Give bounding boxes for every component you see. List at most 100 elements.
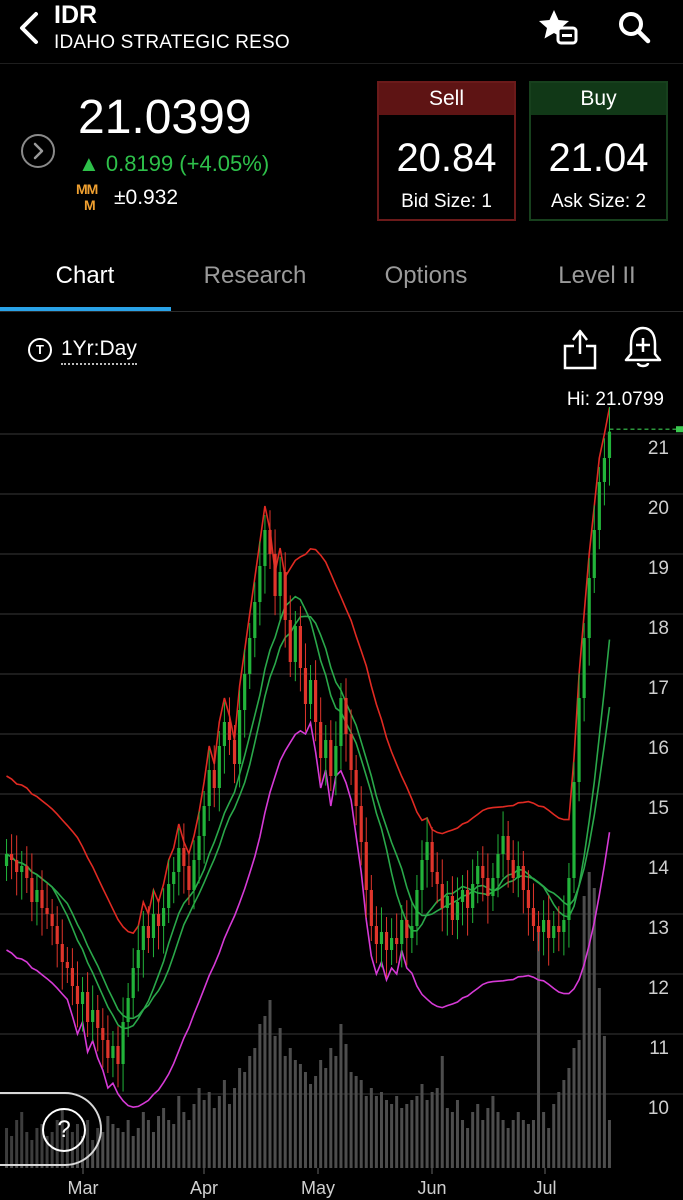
volume-bar — [602, 1036, 606, 1168]
candle-body — [45, 908, 49, 914]
back-button[interactable] — [14, 8, 44, 48]
volume-bar — [182, 1112, 186, 1168]
candle-body — [415, 890, 419, 926]
volume-bar — [461, 1120, 465, 1168]
volume-bar — [582, 896, 586, 1168]
candle-body — [476, 866, 480, 884]
candle-body — [602, 458, 606, 482]
price-chart[interactable]: 21 20 19 18 17 16 15 14 13 12 11 10 Mar Apr May Jun Jul — [0, 405, 683, 1200]
volume-bar — [309, 1084, 313, 1168]
volume-bar — [162, 1108, 166, 1168]
candle-body — [248, 638, 252, 674]
candle-body — [116, 1046, 120, 1064]
volume-bar — [607, 1120, 611, 1168]
candle-body — [521, 866, 525, 890]
volume-bar — [177, 1096, 181, 1168]
candle-body — [207, 770, 211, 806]
mm-label-bottom: M — [84, 197, 96, 213]
candle-body — [491, 878, 495, 896]
candle-body — [156, 914, 161, 926]
candle-body — [4, 854, 9, 866]
add-alert-button[interactable] — [622, 324, 664, 372]
price-change: ▲ 0.8199 (+4.05%) — [78, 151, 270, 176]
candle-body — [486, 878, 490, 896]
candle-body — [303, 668, 308, 704]
bid-size: Bid Size: 1 — [401, 191, 492, 212]
volume-bar — [172, 1124, 176, 1168]
candle-body — [390, 938, 394, 950]
search-button[interactable] — [612, 6, 656, 50]
candle-body — [151, 914, 156, 938]
volume-bar — [349, 1072, 353, 1168]
candle-body — [587, 578, 591, 638]
candle-body — [227, 722, 232, 740]
candle-body — [192, 860, 196, 890]
tab-chart[interactable]: Chart — [0, 244, 170, 310]
candle-body — [273, 554, 277, 596]
timeframe-icon: T — [28, 338, 52, 362]
candle-body — [50, 914, 54, 926]
help-button[interactable]: ? — [0, 1092, 102, 1166]
tab-level-ii[interactable]: Level II — [512, 244, 682, 310]
candle-body — [141, 926, 145, 950]
candle-body — [131, 968, 135, 998]
volume-bar — [111, 1124, 115, 1168]
tab-options[interactable]: Options — [341, 244, 511, 310]
candle-body — [30, 878, 34, 902]
volume-bar — [400, 1108, 404, 1168]
volume-bar — [344, 1044, 348, 1168]
y-tick-label: 12 — [648, 978, 669, 999]
candle-body — [496, 854, 500, 878]
candle-body — [572, 782, 576, 878]
volume-bar — [238, 1068, 242, 1168]
ask-price: 21.04 — [548, 136, 649, 180]
volume-bar — [131, 1136, 135, 1168]
y-tick-label: 13 — [648, 918, 669, 939]
candle-body — [106, 1040, 110, 1058]
candle-body — [359, 806, 363, 842]
volume-bar — [167, 1120, 171, 1168]
candle-body — [536, 926, 541, 932]
candle-body — [111, 1046, 115, 1058]
candle-body — [425, 842, 429, 860]
volume-bar — [136, 1128, 140, 1168]
candle-body — [607, 431, 612, 458]
x-tick-label: Mar — [68, 1178, 99, 1198]
volume-bar — [516, 1112, 520, 1168]
volume-bar — [385, 1100, 389, 1168]
volume-bar — [192, 1104, 196, 1168]
volume-bar — [258, 1024, 262, 1168]
tab-research[interactable]: Research — [170, 244, 340, 310]
volume-bar — [390, 1104, 394, 1168]
volume-bar — [445, 1108, 449, 1168]
volume-bar — [339, 1024, 343, 1168]
candle-body — [506, 836, 510, 860]
candle-body — [263, 530, 267, 566]
volume-bar — [552, 1104, 556, 1168]
candle-body — [597, 482, 601, 530]
buy-button[interactable]: Buy 21.04 Ask Size: 2 — [529, 81, 668, 221]
candle-body — [405, 920, 409, 938]
volume-bar — [106, 1116, 110, 1168]
share-button[interactable] — [560, 326, 600, 372]
candle-body — [410, 926, 414, 938]
sell-button[interactable]: Sell 20.84 Bid Size: 1 — [377, 81, 516, 221]
candle-body — [60, 944, 64, 962]
candle-body — [542, 920, 546, 932]
candle-body — [91, 1010, 95, 1022]
volume-bar — [324, 1068, 328, 1168]
volume-bar — [298, 1064, 302, 1168]
candle-body — [501, 836, 505, 854]
candle-body — [288, 620, 292, 662]
volume-bar — [227, 1104, 231, 1168]
volume-bar — [597, 988, 601, 1168]
volume-bar — [121, 1132, 125, 1168]
candle-body — [319, 722, 323, 758]
candle-body — [531, 908, 536, 926]
candle-body — [243, 674, 247, 710]
add-to-watchlist-button[interactable] — [536, 6, 580, 50]
help-icon: ? — [42, 1108, 86, 1152]
expand-quote-button[interactable] — [21, 134, 55, 168]
candle-body — [455, 902, 460, 920]
candle-body — [384, 932, 389, 950]
